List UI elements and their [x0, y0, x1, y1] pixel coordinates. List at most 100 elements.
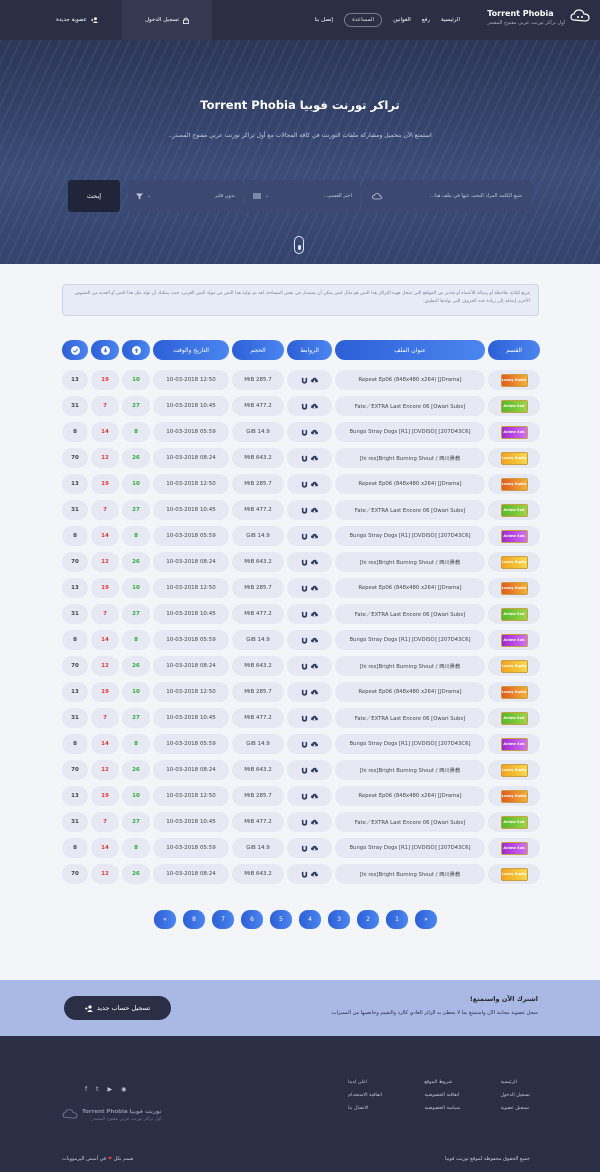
download-links[interactable] — [287, 708, 332, 728]
magnet-icon[interactable] — [301, 793, 308, 800]
category-badge[interactable]: Loony Radio — [488, 448, 540, 468]
magnet-icon[interactable] — [301, 429, 308, 436]
menu-item-help[interactable]: المساعدة — [344, 13, 383, 27]
footer-link[interactable]: الاتصال بنا — [348, 1106, 368, 1111]
magnet-icon[interactable] — [301, 663, 308, 670]
magnet-icon[interactable] — [301, 455, 308, 462]
torrent-title[interactable]: [207D43C6] [DVDISO] Bungo Stray Dogs [R1… — [335, 422, 485, 442]
category-badge[interactable]: Anime Sub — [488, 500, 540, 520]
footer-link[interactable]: الرئيسية — [500, 1080, 517, 1085]
download-links[interactable] — [287, 604, 332, 624]
download-links[interactable] — [287, 656, 332, 676]
table-row[interactable]: Loony Radio hi res]Bright Burning Shout /… — [62, 448, 540, 468]
magnet-icon[interactable] — [301, 689, 308, 696]
cloud-download-icon[interactable] — [311, 559, 318, 566]
cloud-download-icon[interactable] — [311, 611, 318, 618]
torrent-title[interactable]: [JDrama] Repeat Ep06 (848x480 x264) — [335, 682, 485, 702]
cloud-download-icon[interactable] — [311, 637, 318, 644]
download-links[interactable] — [287, 396, 332, 416]
category-badge[interactable]: Loony Radio — [488, 682, 540, 702]
magnet-icon[interactable] — [301, 819, 308, 826]
pagination-next[interactable]: » — [415, 910, 437, 929]
category-badge[interactable]: Loony Radio — [488, 578, 540, 598]
header-seeders[interactable] — [122, 340, 150, 360]
twitter-icon[interactable]: t — [96, 1086, 98, 1093]
search-button[interactable]: إبحث — [68, 180, 120, 212]
magnet-icon[interactable] — [301, 637, 308, 644]
table-row[interactable]: Anime Sub [207D43C6] [DVDISO] Bungo Stray… — [62, 734, 540, 754]
magnet-icon[interactable] — [301, 507, 308, 514]
download-links[interactable] — [287, 864, 332, 884]
cloud-download-icon[interactable] — [311, 429, 318, 436]
cloud-download-icon[interactable] — [311, 403, 318, 410]
download-links[interactable] — [287, 734, 332, 754]
cloud-download-icon[interactable] — [311, 507, 318, 514]
torrent-title[interactable]: hi res]Bright Burning Shout / 西川貴教] — [335, 552, 485, 572]
category-badge[interactable]: Anime Sub — [488, 838, 540, 858]
cloud-download-icon[interactable] — [311, 533, 318, 540]
torrent-title[interactable]: [207D43C6] [DVDISO] Bungo Stray Dogs [R1… — [335, 734, 485, 754]
pagination-page[interactable]: 3 — [328, 910, 350, 929]
footer-link[interactable]: شروط الموقع — [424, 1080, 452, 1085]
download-links[interactable] — [287, 370, 332, 390]
header-leechers[interactable] — [91, 340, 119, 360]
footer-link[interactable]: تسجيل عضوية — [500, 1106, 529, 1111]
category-badge[interactable]: Loony Radio — [488, 474, 540, 494]
table-row[interactable]: Loony Radio [JDrama] Repeat Ep06 (848x480… — [62, 370, 540, 390]
header-links[interactable]: الروابط — [287, 340, 332, 360]
magnet-icon[interactable] — [301, 871, 308, 878]
category-badge[interactable]: Anime Sub — [488, 604, 540, 624]
cloud-download-icon[interactable] — [311, 481, 318, 488]
header-category[interactable]: القسم — [488, 340, 540, 360]
filter-select[interactable]: بدون فلتر ⌄ — [128, 180, 243, 212]
pagination-page[interactable]: 4 — [299, 910, 321, 929]
download-links[interactable] — [287, 422, 332, 442]
table-row[interactable]: Loony Radio [JDrama] Repeat Ep06 (848x480… — [62, 682, 540, 702]
torrent-title[interactable]: hi res]Bright Burning Shout / 西川貴教] — [335, 760, 485, 780]
cloud-download-icon[interactable] — [311, 793, 318, 800]
footer-link[interactable]: اتفاقية الخصوصية — [424, 1093, 459, 1098]
category-badge[interactable]: Loony Radio — [488, 786, 540, 806]
download-links[interactable] — [287, 682, 332, 702]
download-links[interactable] — [287, 812, 332, 832]
download-links[interactable] — [287, 474, 332, 494]
table-row[interactable]: Anime Sub [207D43C6] [DVDISO] Bungo Stray… — [62, 526, 540, 546]
download-links[interactable] — [287, 578, 332, 598]
download-links[interactable] — [287, 500, 332, 520]
cloud-download-icon[interactable] — [311, 741, 318, 748]
category-badge[interactable]: Loony Radio — [488, 370, 540, 390]
table-row[interactable]: Anime Sub [207D43C6] [DVDISO] Bungo Stray… — [62, 838, 540, 858]
footer-link[interactable]: اتفاقية الاستخدام — [348, 1093, 382, 1098]
table-row[interactable]: Anime Sub [207D43C6] [DVDISO] Bungo Stray… — [62, 422, 540, 442]
rss-icon[interactable]: ◉ — [121, 1086, 126, 1093]
register-button[interactable]: عضوية جديدة — [32, 0, 122, 40]
table-row[interactable]: Anime Sub [Owari Subs] Fate／EXTRA Last En… — [62, 500, 540, 520]
table-row[interactable]: Loony Radio [JDrama] Repeat Ep06 (848x480… — [62, 786, 540, 806]
magnet-icon[interactable] — [301, 585, 308, 592]
login-button[interactable]: تسجيل الدخول — [122, 0, 212, 40]
table-row[interactable]: Anime Sub [Owari Subs] Fate／EXTRA Last En… — [62, 396, 540, 416]
table-row[interactable]: Loony Radio [JDrama] Repeat Ep06 (848x480… — [62, 474, 540, 494]
cloud-download-icon[interactable] — [311, 377, 318, 384]
magnet-icon[interactable] — [301, 533, 308, 540]
torrent-title[interactable]: [207D43C6] [DVDISO] Bungo Stray Dogs [R1… — [335, 838, 485, 858]
download-links[interactable] — [287, 630, 332, 650]
download-links[interactable] — [287, 552, 332, 572]
pagination-page[interactable]: 5 — [270, 910, 292, 929]
magnet-icon[interactable] — [301, 767, 308, 774]
download-links[interactable] — [287, 760, 332, 780]
magnet-icon[interactable] — [301, 559, 308, 566]
header-completed[interactable] — [62, 340, 88, 360]
cloud-download-icon[interactable] — [311, 871, 318, 878]
torrent-title[interactable]: [JDrama] Repeat Ep06 (848x480 x264) — [335, 786, 485, 806]
torrent-title[interactable]: [Owari Subs] Fate／EXTRA Last Encore 06 — [335, 812, 485, 832]
table-row[interactable]: Anime Sub [Owari Subs] Fate／EXTRA Last En… — [62, 708, 540, 728]
cloud-download-icon[interactable] — [311, 663, 318, 670]
table-row[interactable]: Anime Sub [207D43C6] [DVDISO] Bungo Stray… — [62, 630, 540, 650]
torrent-title[interactable]: [Owari Subs] Fate／EXTRA Last Encore 06 — [335, 396, 485, 416]
download-links[interactable] — [287, 448, 332, 468]
category-badge[interactable]: Loony Radio — [488, 656, 540, 676]
table-row[interactable]: Anime Sub [Owari Subs] Fate／EXTRA Last En… — [62, 604, 540, 624]
pagination-page[interactable]: 1 — [386, 910, 408, 929]
cloud-download-icon[interactable] — [311, 819, 318, 826]
